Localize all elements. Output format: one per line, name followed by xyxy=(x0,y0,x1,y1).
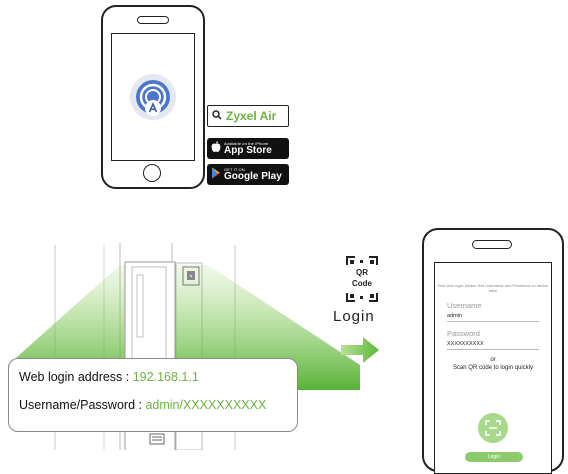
search-icon xyxy=(212,107,222,125)
phone-home-button xyxy=(143,164,161,182)
credentials-row: Username/Password : admin/XXXXXXXXXX xyxy=(19,398,297,426)
qr-code-icon: QR Code xyxy=(346,256,378,302)
or-divider: or xyxy=(490,357,496,363)
login-hint: First time login please find Username an… xyxy=(437,283,549,293)
qr-line2: Code xyxy=(352,279,373,288)
credentials-label: Username/Password : xyxy=(19,398,146,412)
search-label: Zyxel Air xyxy=(226,109,277,123)
phone-illustration-top xyxy=(101,5,205,189)
login-step-label: Login xyxy=(333,308,375,325)
app-search-box[interactable]: Zyxel Air xyxy=(207,105,289,127)
arrow-right-icon xyxy=(341,337,379,363)
username-input[interactable]: admin xyxy=(447,313,462,319)
username-underline xyxy=(447,321,539,322)
app-store-badge[interactable]: Available on the iPhone App Store xyxy=(207,138,289,159)
google-play-name: Google Play xyxy=(224,170,282,182)
phone-illustration-login: First time login please find Username an… xyxy=(422,228,564,474)
password-underline xyxy=(447,349,539,350)
password-label: Password xyxy=(447,329,480,338)
scan-qr-hint: Scan QR code to login quickly xyxy=(452,365,534,371)
web-login-address-value: 192.168.1.1 xyxy=(132,370,199,384)
app-store-name: App Store xyxy=(224,144,272,156)
login-button[interactable]: Login xyxy=(465,452,523,462)
device-login-label: Web login address : 192.168.1.1 Username… xyxy=(8,358,298,432)
apple-icon xyxy=(211,140,221,158)
credentials-value: admin/XXXXXXXXXX xyxy=(145,398,267,412)
web-login-address-row: Web login address : 192.168.1.1 xyxy=(19,370,297,398)
phone-speaker xyxy=(137,16,169,24)
username-label: Username xyxy=(447,301,482,310)
phone-speaker xyxy=(472,240,512,249)
zyxel-air-app-icon[interactable] xyxy=(129,71,177,123)
google-play-icon xyxy=(211,166,221,184)
qr-line1: QR xyxy=(356,268,368,277)
google-play-badge[interactable]: GET IT ON Google Play xyxy=(207,164,289,185)
password-input[interactable]: XXXXXXXXXX xyxy=(447,341,484,347)
web-login-address-label: Web login address : xyxy=(19,370,133,384)
login-screen: First time login please find Username an… xyxy=(434,262,552,474)
phone-screen xyxy=(111,33,195,161)
scan-icon xyxy=(485,420,501,436)
scan-qr-button[interactable] xyxy=(478,413,508,443)
